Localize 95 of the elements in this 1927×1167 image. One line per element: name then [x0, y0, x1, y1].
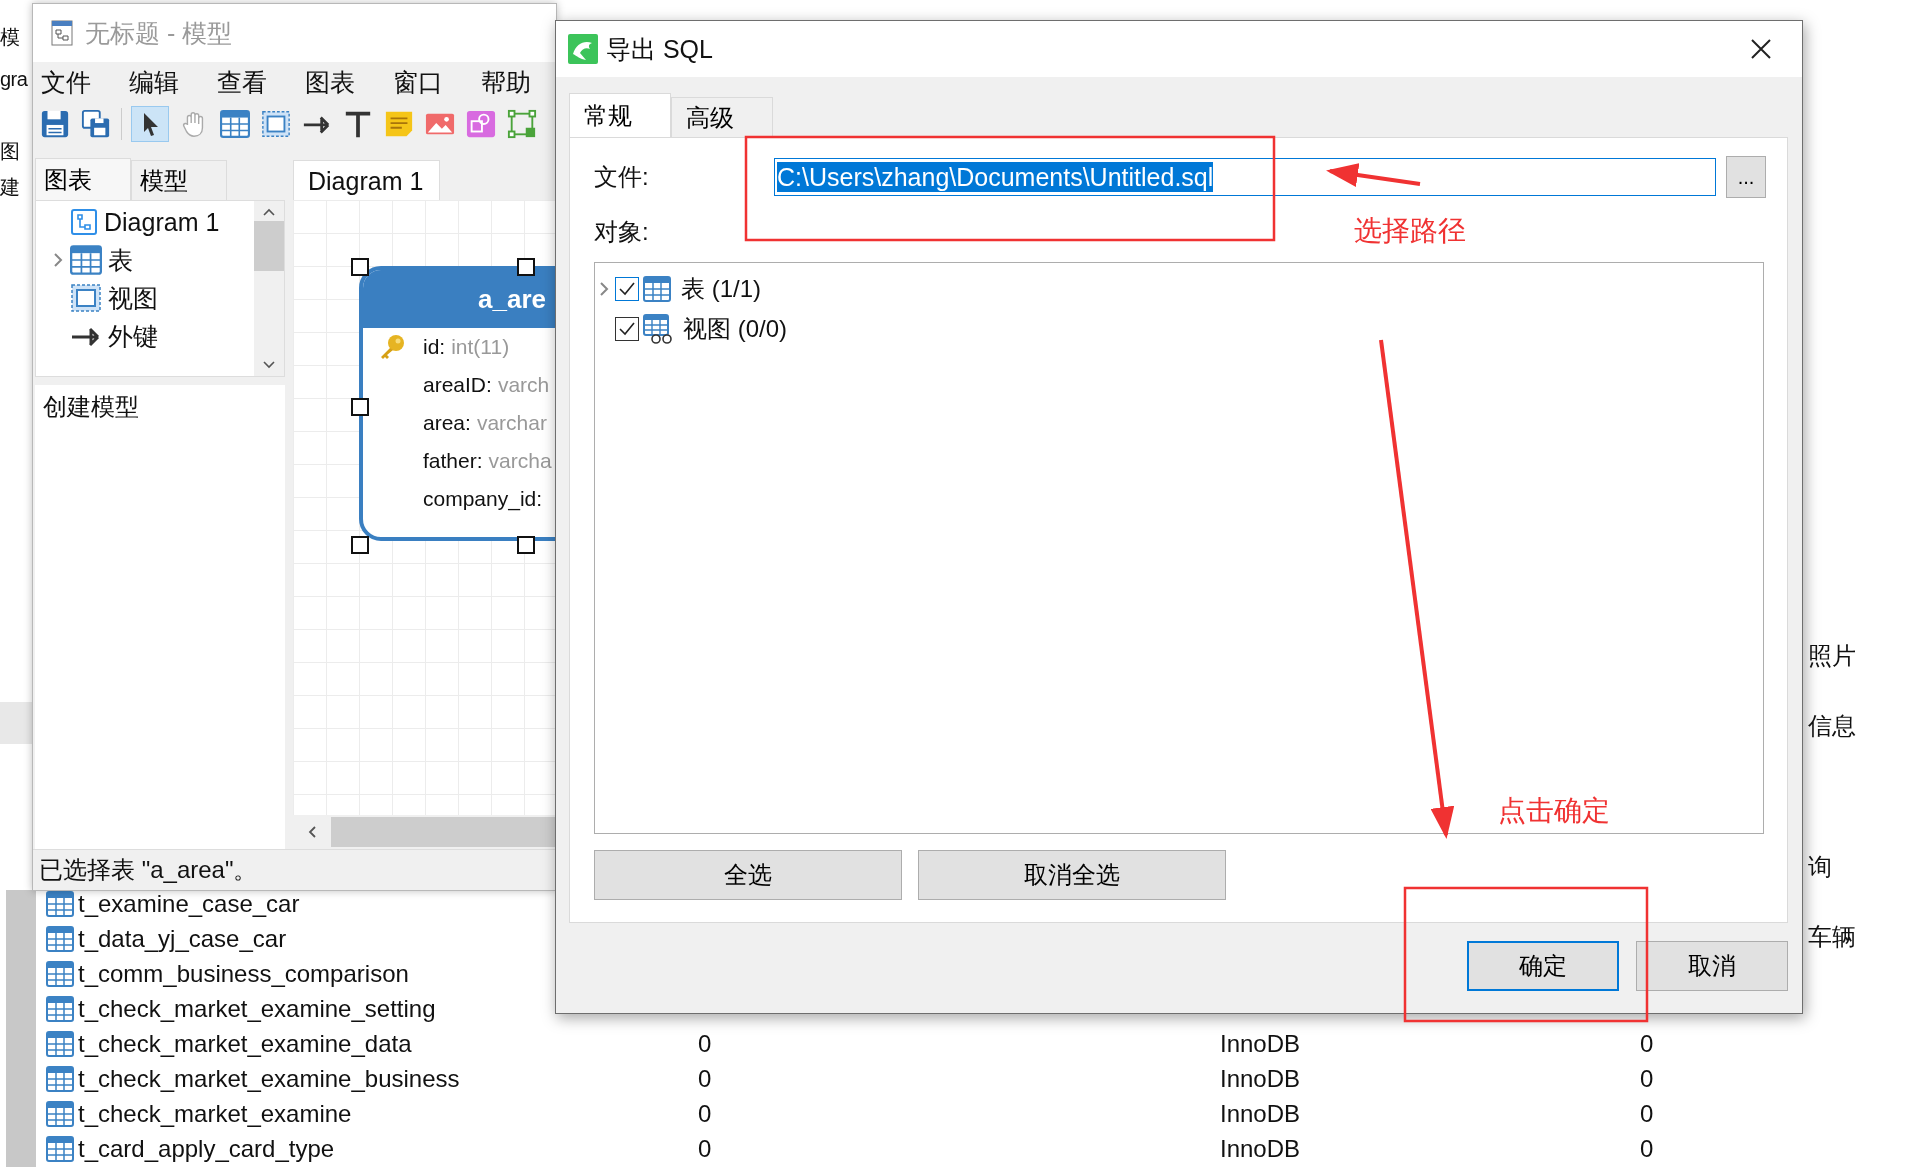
entity-title: a_are — [478, 283, 546, 315]
diagram-icon — [70, 208, 98, 236]
table-cell-text: 0 — [698, 1134, 713, 1163]
table-name: t_card_apply_card_type — [78, 1134, 335, 1163]
field-label: 对象: — [594, 217, 650, 247]
select-button[interactable]: 取消全选 — [918, 850, 1226, 900]
table-cell-text: 0 — [1640, 1064, 1655, 1093]
background-text: 模 — [0, 25, 20, 50]
diagram-tab[interactable]: Diagram 1 — [293, 160, 441, 200]
menu-item[interactable]: 图表 — [305, 65, 355, 99]
field-text: area: varchar — [423, 411, 547, 435]
select-button[interactable]: 全选 — [594, 850, 902, 900]
browse-button[interactable]: ... — [1726, 156, 1766, 198]
scrollbar[interactable] — [254, 201, 284, 376]
table-icon — [643, 275, 671, 303]
table-cell-text: InnoDB — [1220, 1134, 1302, 1163]
table-name: t_check_market_examine_business — [78, 1064, 460, 1093]
checkbox[interactable] — [615, 317, 639, 341]
resize-handle[interactable] — [517, 536, 535, 554]
background-text: gra — [0, 67, 28, 92]
table-name: t_check_market_examine_setting — [78, 994, 436, 1023]
view-icon — [70, 282, 102, 314]
dialog-title: 导出 SQL — [606, 33, 713, 65]
tree-item[interactable]: Diagram 1 — [104, 207, 220, 237]
dolphin-icon — [568, 34, 598, 64]
resize-handle[interactable] — [517, 258, 535, 276]
dialog-tab[interactable]: 常规 — [569, 93, 671, 137]
menu-item[interactable]: 文件 — [41, 65, 91, 99]
table-icon — [46, 960, 74, 987]
background-text: 信息 — [1808, 711, 1856, 741]
table-icon — [46, 1100, 74, 1127]
cancel-button[interactable]: 取消 — [1636, 941, 1788, 991]
panel-tab[interactable]: 图表 — [35, 158, 131, 200]
menu-item[interactable]: 查看 — [217, 65, 267, 99]
table-cell-text: 0 — [1640, 1029, 1655, 1058]
tree-item[interactable]: 表 — [108, 243, 133, 277]
background-text: 询 — [1808, 852, 1832, 882]
resize-handle[interactable] — [351, 398, 369, 416]
table-cell-text: 0 — [698, 1064, 713, 1093]
table-name: t_check_market_examine — [78, 1099, 352, 1128]
table-icon — [46, 1030, 74, 1057]
table-icon — [70, 244, 102, 276]
table-icon — [46, 1065, 74, 1092]
tree-item[interactable]: 表 (1/1) — [681, 273, 761, 305]
background-text: 车辆 — [1808, 922, 1856, 952]
field-label: 文件: — [594, 162, 650, 192]
table-cell-text: 0 — [1640, 1134, 1655, 1163]
table-cell-text: 0 — [698, 1099, 713, 1128]
table-icon — [46, 925, 74, 952]
menu-item[interactable]: 编辑 — [129, 65, 179, 99]
field-text: father: varcha — [423, 449, 552, 473]
panel-tab[interactable]: 模型 — [131, 160, 227, 200]
menu-item[interactable]: 帮助 — [481, 65, 531, 99]
field-text: company_id: — [423, 487, 543, 511]
checkbox[interactable] — [615, 277, 639, 301]
table-icon — [46, 1135, 74, 1162]
table-name: t_examine_case_car — [78, 889, 300, 918]
scroll-down-icon[interactable] — [262, 360, 276, 370]
info-text: 创建模型 — [43, 393, 139, 420]
table-name: t_comm_business_comparison — [78, 959, 409, 988]
background-text: 照片 — [1808, 641, 1856, 671]
table-cell-text: InnoDB — [1220, 1099, 1302, 1128]
chevron-icon[interactable] — [52, 251, 64, 269]
model-file-icon — [51, 20, 73, 46]
status-text: 已选择表 "a_area"。 — [39, 855, 258, 885]
table-name: t_check_market_examine_data — [78, 1029, 412, 1058]
annotation-text: 点击确定 — [1498, 794, 1610, 828]
tree-item[interactable]: 视图 — [108, 281, 158, 315]
table-entity[interactable]: a_are id: int(11) areaID: varch area: varchar father: varcha company_id: — [359, 266, 556, 541]
field-text: areaID: varch — [423, 373, 550, 397]
dialog-tab[interactable]: 高级 — [671, 97, 773, 137]
table-cell-text: 0 — [1640, 1099, 1655, 1128]
background-text: 建 — [0, 175, 20, 200]
view-icon — [643, 314, 673, 344]
table-icon — [46, 890, 74, 917]
pointer-icon[interactable] — [131, 106, 169, 142]
window-title: 无标题 - 模型 — [85, 17, 233, 49]
tree-item[interactable]: 视图 (0/0) — [683, 313, 787, 345]
table-cell-text: InnoDB — [1220, 1029, 1302, 1058]
ok-button[interactable]: 确定 — [1467, 941, 1619, 991]
close-icon[interactable] — [1750, 38, 1772, 60]
chevron-icon[interactable] — [599, 281, 609, 297]
table-cell-text: InnoDB — [1220, 1064, 1302, 1093]
tree-item[interactable]: 外键 — [108, 319, 158, 353]
scroll-up-icon[interactable] — [262, 207, 276, 217]
file-path-field[interactable]: C:\Users\zhang\Documents\Untitled.sql — [774, 158, 1716, 196]
resize-handle[interactable] — [351, 536, 369, 554]
resize-handle[interactable] — [351, 258, 369, 276]
annotation-text: 选择路径 — [1354, 214, 1466, 248]
table-icon — [46, 995, 74, 1022]
background-text: 图 — [0, 139, 20, 164]
menu-item[interactable]: 窗口 — [393, 65, 443, 99]
field-text: id: int(11) — [423, 335, 510, 359]
table-name: t_data_yj_case_car — [78, 924, 287, 953]
table-cell-text: 0 — [698, 1029, 713, 1058]
